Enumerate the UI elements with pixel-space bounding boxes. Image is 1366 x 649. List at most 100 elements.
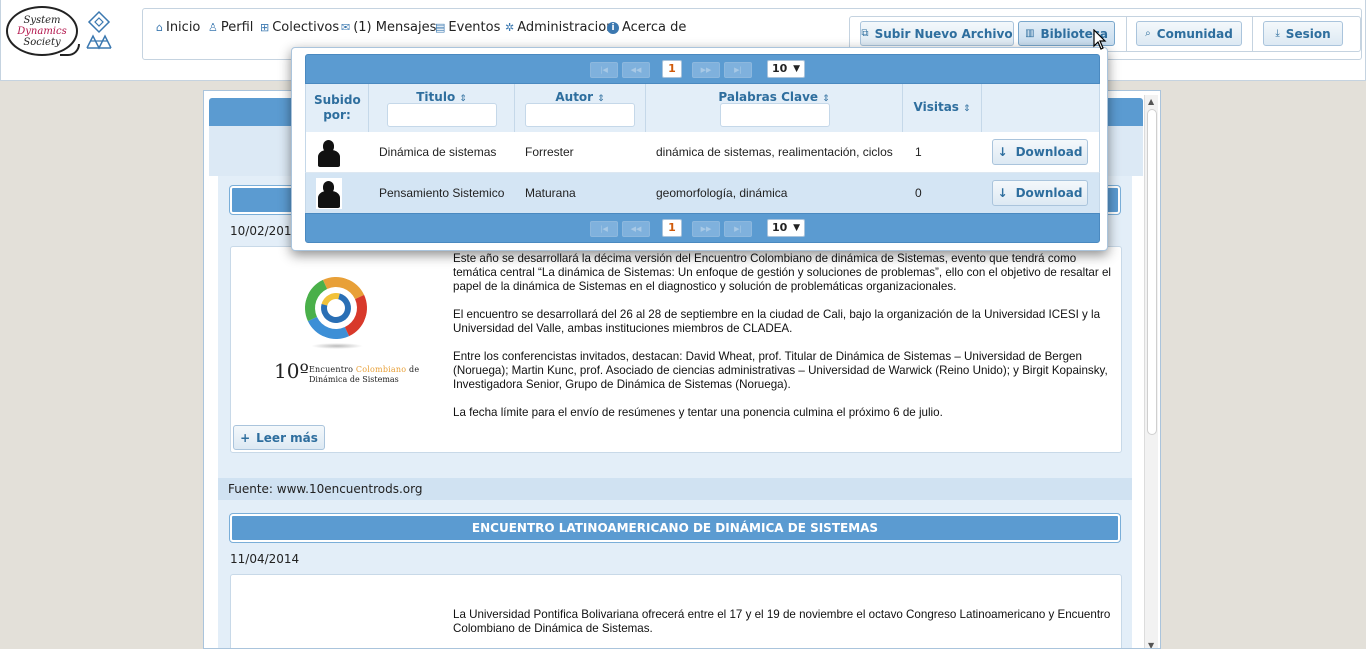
home-icon: ⌂ (156, 21, 163, 34)
upload-file-button[interactable]: ⧉ Subir Nuevo Archivo (860, 21, 1014, 46)
logo-arrow (60, 44, 80, 56)
page-size-value: 10 (772, 62, 788, 75)
prev-page-button[interactable]: ◀◀ (622, 62, 650, 78)
scroll-down-icon[interactable]: ▼ (1148, 641, 1154, 648)
column-label: Subido por: (314, 93, 361, 122)
column-keywords[interactable]: Palabras Clave ⇕ (646, 84, 903, 132)
table-header: Subido por: Titulo ⇕ Autor ⇕ Palabras Clav… (305, 84, 1100, 132)
nav-colectivos[interactable]: ⊞ Colectivos (260, 20, 339, 35)
column-label-wrap: Palabras Clave ⇕ (646, 90, 902, 104)
current-page[interactable]: 1 (662, 219, 682, 237)
cell-author: Maturana (525, 186, 576, 200)
group-icon: ⊞ (260, 21, 270, 34)
page-size-select[interactable]: 10 ▼ (767, 60, 805, 78)
logo-number: 10º (274, 359, 309, 383)
pager-top: |◀ ◀◀ 1 ▶▶ ▶| 10 ▼ (305, 54, 1100, 84)
nav-label: (1) Mensajes (353, 20, 437, 35)
nav-label: Eventos (448, 20, 501, 35)
cell-visits: 0 (915, 186, 922, 200)
download-icon: ↓ (997, 186, 1008, 200)
page-size-select[interactable]: 10 ▼ (767, 219, 805, 237)
community-button[interactable]: ⌕ Comunidad (1136, 21, 1242, 46)
session-button[interactable]: ⤓ Sesion (1263, 21, 1343, 46)
current-page[interactable]: 1 (662, 60, 682, 78)
button-label: Download (1015, 145, 1083, 159)
cell-visits: 1 (915, 145, 922, 159)
next-page-button[interactable]: ▶▶ (692, 221, 720, 237)
column-author[interactable]: Autor ⇕ (515, 84, 646, 132)
calendar-icon: ▤ (435, 21, 446, 34)
nav-mensajes[interactable]: ✉ (1) Mensajes (341, 20, 436, 35)
author-filter-input[interactable] (525, 103, 635, 127)
last-page-button[interactable]: ▶| (724, 62, 752, 78)
button-label: Sesion (1285, 26, 1331, 41)
page-size-value: 10 (772, 221, 788, 234)
nav-administracion[interactable]: ✲ Administracion (505, 20, 614, 35)
download-button[interactable]: ↓ Download (992, 180, 1088, 206)
library-popup: |◀ ◀◀ 1 ▶▶ ▶| 10 ▼ Subido por: Titulo ⇕ A… (291, 47, 1108, 251)
next-page-button[interactable]: ▶▶ (692, 62, 720, 78)
gear-icon: ✲ (505, 21, 515, 34)
button-label: Leer más (256, 430, 318, 445)
chapter-emblem-icon (86, 10, 112, 50)
table-row: Pensamiento Sistemico Maturana geomorfol… (305, 173, 1100, 214)
download-button[interactable]: ↓ Download (992, 139, 1088, 165)
read-more-button[interactable]: + Leer más (233, 425, 325, 450)
avatar-body (318, 191, 340, 208)
button-label: Download (1015, 186, 1083, 200)
article-body: La Universidad Pontifica Bolivariana ofr… (230, 574, 1122, 648)
download-icon: ↓ (997, 145, 1008, 159)
title-filter-input[interactable] (387, 103, 497, 127)
table-row: Dinámica de sistemas Forrester dinámica … (305, 132, 1100, 173)
nav-eventos[interactable]: ▤ Eventos (435, 20, 500, 35)
article-text: La Universidad Pontifica Bolivariana ofr… (453, 608, 1113, 648)
cell-keywords: geomorfología, dinámica (656, 186, 788, 200)
divider (1252, 17, 1253, 51)
scrollbar[interactable]: ▲ ▼ (1144, 95, 1158, 648)
cell-title: Dinámica de sistemas (379, 145, 497, 159)
column-label-wrap: Titulo ⇕ (369, 90, 514, 104)
logo-text-part: Colombiano (355, 365, 407, 374)
nav-label: Colectivos (272, 20, 340, 35)
scrollbar-thumb[interactable] (1147, 109, 1157, 435)
first-page-button[interactable]: |◀ (590, 62, 618, 78)
paragraph: La Universidad Pontifica Bolivariana ofr… (453, 608, 1111, 635)
pager-bottom: |◀ ◀◀ 1 ▶▶ ▶| 10 ▼ (305, 213, 1100, 243)
logo-line: Dynamics (17, 26, 67, 37)
system-dynamics-society-logo[interactable]: System Dynamics Society (6, 6, 80, 56)
nav-perfil[interactable]: ♙ Perfil (208, 20, 253, 35)
article-text: Este año se desarrollará la décima versi… (453, 252, 1113, 434)
download-icon: ⤓ (1275, 28, 1280, 39)
logo-text: Dinámica de Sistemas (309, 375, 399, 384)
user-icon: ♙ (208, 21, 218, 34)
nav-label: Perfil (220, 20, 254, 35)
last-page-button[interactable]: ▶| (724, 221, 752, 237)
paragraph: El encuentro se desarrollará del 26 al 2… (453, 308, 1101, 335)
first-page-button[interactable]: |◀ (590, 221, 618, 237)
cell-keywords: dinámica de sistemas, realimentación, ci… (656, 145, 893, 159)
mouse-cursor-icon (1093, 29, 1107, 50)
nav-label: Acerca de (622, 20, 687, 35)
chevron-down-icon: ▼ (793, 64, 800, 74)
plus-icon: + (240, 430, 251, 445)
prev-page-button[interactable]: ◀◀ (622, 221, 650, 237)
nav-label: Administracion (517, 20, 615, 35)
column-title[interactable]: Titulo ⇕ (369, 84, 515, 132)
button-label: Subir Nuevo Archivo (874, 26, 1013, 41)
nav-inicio[interactable]: ⌂ Inicio (156, 20, 200, 35)
button-label: Comunidad (1156, 26, 1233, 41)
column-visits[interactable]: Visitas ⇕ (903, 84, 982, 132)
scroll-up-icon[interactable]: ▲ (1148, 97, 1154, 106)
column-label: Titulo (416, 90, 456, 104)
article-source: Fuente: www.10encuentrods.org (218, 478, 1132, 500)
chevron-down-icon: ▼ (793, 223, 800, 233)
upload-icon: ⧉ (861, 28, 869, 39)
logo-text-part: de (406, 365, 420, 374)
article-date: 11/04/2014 (230, 552, 300, 566)
event-logo: 10º Encuentro Colombiano de Dinámica de … (241, 268, 431, 392)
news-article: ENCUENTRO LATINOAMERICANO DE DINÁMICA DE… (218, 504, 1132, 648)
keywords-filter-input[interactable] (720, 103, 830, 127)
column-label: Palabras Clave (718, 90, 819, 104)
column-actions (982, 84, 1099, 132)
nav-acerca-de[interactable]: i Acerca de (607, 20, 686, 35)
